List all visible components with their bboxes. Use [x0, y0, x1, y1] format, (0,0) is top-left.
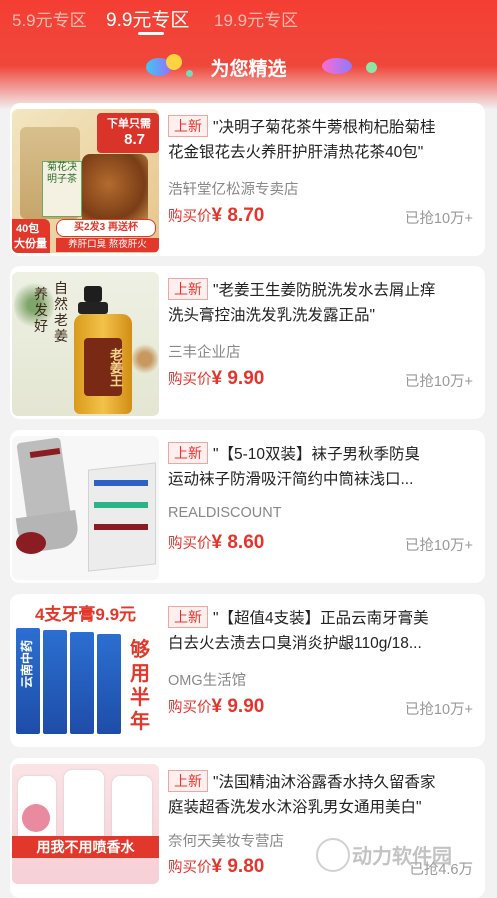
product-card[interactable]: 养发好 自然老姜 老姜王 上新 "老姜王生姜防脱洗发水去屑止痒 洗头膏控油洗发乳洗…: [10, 266, 485, 419]
product-card[interactable]: 4支牙膏9.9元 云南中药 够用半年 上新 "【超值4支装】正品云南牙膏美 白去火…: [10, 594, 485, 747]
tab-9-9[interactable]: 9.9元专区: [106, 5, 189, 32]
product-image-toothpaste: 4支牙膏9.9元 云南中药 够用半年: [12, 600, 159, 744]
product-title-line1: "法国精油沐浴露香水持久留香家: [213, 774, 436, 791]
sold-count: 已抢10万+: [404, 374, 473, 390]
shop-name[interactable]: 奈何天美妆专营店: [168, 830, 284, 851]
product-title: 上新 "【超值4支装】正品云南牙膏美: [168, 606, 483, 631]
product-title-line2: 花金银花去火养肝护肝清热花茶40包": [168, 144, 424, 161]
promo-tag-text: 下单只需: [107, 118, 151, 130]
bottle-label: 老姜王: [84, 338, 123, 396]
new-badge: 上新: [168, 442, 208, 464]
toothpaste-boxes: 云南中药: [16, 628, 124, 736]
price-zone-tabs: 5.9元专区 9.9元专区 19.9元专区: [0, 0, 497, 36]
price-row: 购买价¥ 9.90: [168, 696, 264, 718]
watermark-logo-icon: [316, 838, 350, 872]
bottle-cap: [78, 302, 108, 314]
product-image-socks: [12, 436, 159, 580]
sock-box-stripe-green: [94, 502, 148, 508]
tab-19-9[interactable]: 19.9元专区: [214, 6, 298, 31]
price-row: 购买价¥ 9.90: [168, 368, 264, 390]
shop-name[interactable]: OMG生活馆: [168, 669, 246, 690]
promo-tag-price: 8.7: [124, 131, 145, 148]
sold-count: 已抢10万+: [404, 538, 473, 554]
product-title-line2: 庭装超香洗发水沐浴乳男女通用美白": [168, 799, 422, 816]
herb-mix-image: [82, 154, 148, 229]
price-value: ¥ 9.80: [211, 856, 265, 877]
price-label: 购买价: [168, 860, 212, 876]
new-badge: 上新: [168, 606, 208, 628]
price-value: ¥ 8.60: [211, 532, 265, 553]
sock-box-stripe-red: [94, 524, 148, 530]
sock-box: [88, 462, 156, 572]
shop-name[interactable]: REALDISCOUNT: [168, 505, 282, 521]
product-title-line2: 洗头膏控油洗发乳洗发露正品": [168, 307, 376, 324]
shop-name[interactable]: 浩轩堂亿松源专卖店: [168, 178, 299, 199]
sold-count: 已抢10万+: [404, 211, 473, 227]
product-title-line1: "【5-10双装】袜子男秋季防臭: [213, 446, 421, 463]
sold-count: 已抢10万+: [404, 702, 473, 718]
sock-heel: [16, 532, 46, 554]
product-title-line1: "老姜王生姜防脱洗发水去屑止痒: [213, 282, 436, 299]
section-title: 为您精选: [210, 59, 287, 80]
product-card[interactable]: 用我不用喷香水 上新 "法国精油沐浴露香水持久留香家 庭装超香洗发水沐浴乳男女通用…: [10, 758, 485, 898]
product-title-line2: 运动袜子防滑吸汗简约中筒袜浅口...: [168, 471, 414, 488]
sock-box-stripe-blue: [94, 480, 148, 486]
shop-name[interactable]: 三丰企业店: [168, 341, 241, 362]
rose-image: [22, 804, 50, 832]
product-title: 上新 "老姜王生姜防脱洗发水去屑止痒: [168, 278, 483, 303]
bottle-pump: [84, 286, 102, 302]
product-card[interactable]: 上新 "【5-10双装】袜子男秋季防臭 运动袜子防滑吸汗简约中筒袜浅口... RE…: [10, 430, 485, 583]
bodywash-banner: 用我不用喷香水: [12, 836, 159, 858]
price-label: 购买价: [168, 536, 212, 552]
product-image-bodywash: 用我不用喷香水: [12, 764, 159, 884]
new-badge: 上新: [168, 278, 208, 300]
price-value: ¥ 9.90: [211, 696, 265, 717]
product-image-tea: 菊花决明子茶 下单只需 8.7 40包 大份量 买2发3 再送杯 养肝口臭 熬夜…: [12, 109, 159, 253]
count-badge-text: 40包: [16, 223, 40, 235]
tea-pack-label: 菊花决明子茶: [42, 161, 82, 217]
deal-tag: 买2发3 再送杯: [56, 219, 156, 237]
price-row: 购买价¥ 8.70: [168, 205, 264, 227]
calligraphy-text-2: 养发好: [34, 286, 48, 334]
new-badge: 上新: [168, 115, 208, 137]
price-row: 购买价¥ 8.60: [168, 532, 264, 554]
price-value: ¥ 8.70: [211, 205, 265, 226]
tab-5-9[interactable]: 5.9元专区: [12, 6, 87, 31]
price-label: 购买价: [168, 700, 212, 716]
calligraphy-text-1: 自然老姜: [54, 280, 68, 344]
price-value: ¥ 9.90: [211, 368, 265, 389]
ginger-image: [132, 342, 158, 376]
toothpaste-side-text: 够用半年: [130, 639, 150, 733]
toothpaste-brand: 云南中药: [20, 639, 34, 688]
slogan-strip: 养肝口臭 熬夜肝火: [56, 238, 159, 252]
price-row: 购买价¥ 9.80: [168, 856, 264, 878]
product-title-line2: 白去火去渍去口臭消炎护龈110g/18...: [168, 635, 422, 652]
active-tab-indicator: [138, 32, 164, 35]
product-image-shampoo: 养发好 自然老姜 老姜王: [12, 272, 159, 416]
product-title: 上新 "法国精油沐浴露香水持久留香家: [168, 770, 483, 795]
new-badge: 上新: [168, 770, 208, 792]
product-title: 上新 "决明子菊花茶牛蒡根枸杞胎菊桂: [168, 115, 483, 140]
count-badge-sub: 大份量: [14, 238, 47, 250]
product-title-line1: "【超值4支装】正品云南牙膏美: [213, 610, 429, 627]
product-title-line1: "决明子菊花茶牛蒡根枸杞胎菊桂: [213, 119, 436, 136]
price-label: 购买价: [168, 372, 212, 388]
product-title: 上新 "【5-10双装】袜子男秋季防臭: [168, 442, 483, 467]
watermark-text: 动力软件园: [352, 846, 452, 868]
product-card[interactable]: 菊花决明子茶 下单只需 8.7 40包 大份量 买2发3 再送杯 养肝口臭 熬夜…: [10, 103, 485, 256]
price-label: 购买价: [168, 209, 212, 225]
